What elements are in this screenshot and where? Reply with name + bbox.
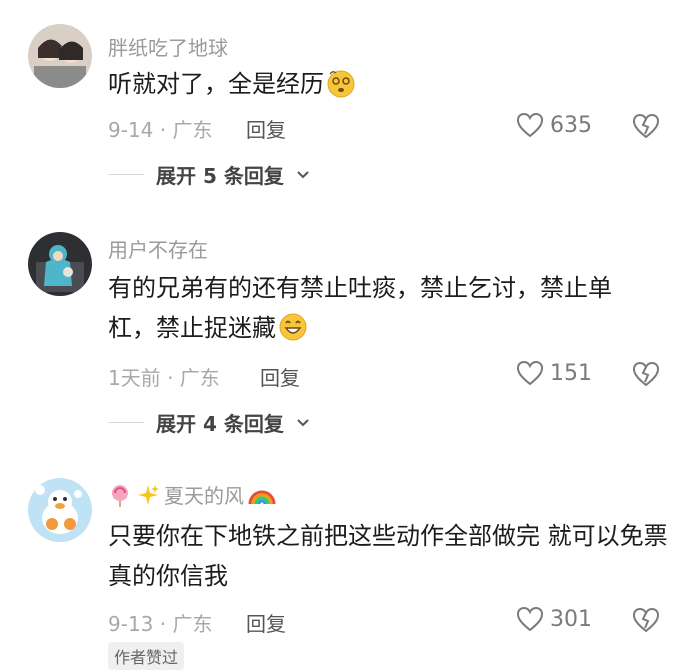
- comment-text: 听就对了，全是经历: [108, 64, 668, 104]
- reply-button[interactable]: 回复: [246, 608, 286, 637]
- expand-replies[interactable]: 展开 5 条回复: [108, 160, 310, 189]
- like-count: 301: [550, 606, 592, 632]
- heart-icon: [516, 360, 544, 386]
- broken-heart-icon[interactable]: [632, 112, 660, 140]
- like-count: 151: [550, 360, 592, 386]
- rainbow-icon: [248, 490, 276, 504]
- grinning-face-emoji-icon: [278, 312, 308, 342]
- avatar[interactable]: [28, 478, 92, 542]
- username[interactable]: 用户不存在: [108, 234, 208, 263]
- like-button[interactable]: 301: [516, 606, 592, 632]
- comment-text-content: 有的兄弟有的还有禁止吐痰，禁止乞讨，禁止单杠，禁止捉迷藏: [108, 274, 612, 342]
- comment-date-location: 9-14 · 广东: [108, 118, 213, 142]
- comment-date-location: 9-13 · 广东: [108, 612, 213, 636]
- expand-replies[interactable]: 展开 4 条回复: [108, 408, 310, 437]
- chevron-down-icon: [297, 170, 309, 178]
- lollipop-icon: [112, 484, 128, 507]
- reply-button[interactable]: 回复: [260, 362, 300, 391]
- username[interactable]: 胖纸吃了地球: [108, 32, 228, 61]
- chevron-down-icon: [297, 418, 309, 426]
- like-button[interactable]: 635: [516, 112, 592, 138]
- comment-text-content: 听就对了，全是经历: [108, 70, 324, 98]
- heart-icon: [516, 606, 544, 632]
- like-count: 635: [550, 112, 592, 138]
- comment-text: 有的兄弟有的还有禁止吐痰，禁止乞讨，禁止单杠，禁止捉迷藏: [108, 268, 658, 348]
- username[interactable]: 夏天的风: [108, 480, 276, 509]
- broken-heart-icon[interactable]: [632, 606, 660, 634]
- fainting-face-emoji-icon: [326, 68, 356, 98]
- comment-date-location: 1天前 · 广东: [108, 366, 220, 390]
- expand-replies-label: 展开 4 条回复: [156, 412, 284, 436]
- reply-button[interactable]: 回复: [246, 114, 286, 143]
- comment-text: 只要你在下地铁之前把这些动作全部做完 就可以免票 真的你信我: [108, 522, 668, 590]
- avatar[interactable]: [28, 232, 92, 296]
- author-liked-badge: 作者赞过: [108, 642, 185, 670]
- expand-replies-label: 展开 5 条回复: [156, 164, 284, 188]
- like-button[interactable]: 151: [516, 360, 592, 386]
- broken-heart-icon[interactable]: [632, 360, 660, 388]
- sparkles-icon: [138, 484, 159, 505]
- username-text: 夏天的风: [164, 484, 244, 508]
- divider-line: [108, 174, 144, 175]
- divider-line: [108, 422, 144, 423]
- heart-icon: [516, 112, 544, 138]
- avatar[interactable]: [28, 24, 92, 88]
